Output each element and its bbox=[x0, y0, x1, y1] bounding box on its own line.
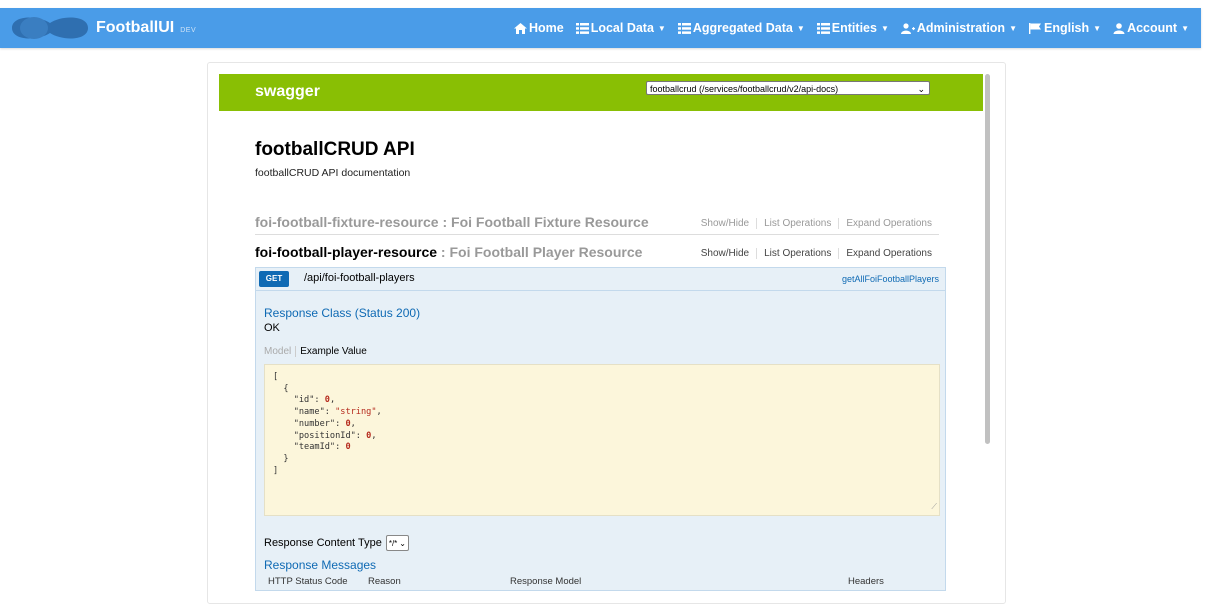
resource-player: foi-football-player-resource : Foi Footb… bbox=[255, 242, 939, 264]
resource-player-ops: Show/Hide List Operations Expand Operati… bbox=[694, 248, 939, 259]
chevron-down-icon: ⌄ bbox=[917, 84, 925, 94]
api-title: footballCRUD API bbox=[255, 139, 415, 160]
nav-aggregated-data-label: Aggregated Data bbox=[692, 21, 793, 35]
resource-player-desc: Foi Football Player Resource bbox=[449, 244, 643, 260]
top-navbar: FootballUI DEV Home Local Data ▼ Aggrega… bbox=[0, 8, 1201, 48]
nav-language[interactable]: English ▼ bbox=[1029, 21, 1101, 35]
api-spec-select[interactable]: footballcrud (/services/footballcrud/v2/… bbox=[646, 81, 930, 95]
json-key: "name" bbox=[293, 407, 325, 418]
code-line: [ bbox=[273, 372, 279, 382]
json-key: "teamId" bbox=[293, 442, 336, 453]
resize-handle-icon[interactable]: ⟋ bbox=[931, 501, 937, 513]
list-icon bbox=[677, 22, 691, 34]
column-header: Reason bbox=[368, 576, 401, 587]
code-line: } bbox=[273, 453, 289, 464]
brand[interactable]: FootballUI DEV bbox=[8, 13, 196, 43]
nav-home-label: Home bbox=[528, 21, 564, 35]
env-badge: DEV bbox=[180, 26, 197, 34]
operation-path[interactable]: /api/foi-football-players bbox=[304, 272, 415, 284]
response-messages-title: Response Messages bbox=[264, 558, 377, 572]
home-icon bbox=[513, 22, 527, 34]
response-content-type-select[interactable]: */* ⌄ bbox=[385, 535, 409, 551]
nav-administration[interactable]: Administration ▼ bbox=[900, 21, 1017, 35]
resource-fixture-separator: : bbox=[438, 214, 452, 230]
model-tabs: Model Example Value bbox=[264, 346, 367, 357]
nav-local-data-label: Local Data bbox=[590, 21, 654, 35]
caret-down-icon: ▼ bbox=[1181, 23, 1189, 33]
caret-down-icon: ▼ bbox=[796, 23, 805, 33]
json-value: 0 bbox=[345, 442, 351, 453]
example-value-tab[interactable]: Example Value bbox=[296, 346, 367, 357]
expand-operations-link[interactable]: Expand Operations bbox=[838, 218, 939, 229]
code-line: "id": 0, bbox=[293, 395, 336, 406]
caret-down-icon: ▼ bbox=[657, 23, 666, 33]
json-value: 0 bbox=[324, 395, 330, 406]
caret-down-icon: ▼ bbox=[1093, 23, 1102, 33]
operation-get-players: GET /api/foi-football-players getAllFoiF… bbox=[255, 267, 946, 591]
json-key: "id" bbox=[293, 395, 315, 406]
list-icon bbox=[575, 22, 589, 34]
resource-player-separator: : bbox=[437, 244, 450, 260]
response-class-title: Response Class (Status 200) bbox=[264, 306, 421, 320]
resource-fixture: foi-football-fixture-resource : Foi Foot… bbox=[255, 212, 939, 235]
show-hide-link[interactable]: Show/Hide bbox=[694, 248, 756, 259]
nav-account-label: Account bbox=[1127, 21, 1178, 35]
nav-home[interactable]: Home bbox=[513, 21, 564, 35]
code-line: "positionId": 0, bbox=[293, 430, 377, 441]
json-value: 0 bbox=[366, 430, 372, 441]
nav-links: Home Local Data ▼ Aggregated Data ▼ Enti… bbox=[502, 8, 1189, 48]
json-key: "number" bbox=[293, 418, 336, 429]
code-line: { bbox=[273, 383, 289, 394]
code-line: "number": 0, bbox=[293, 418, 356, 429]
frame-scrollbar[interactable] bbox=[985, 74, 990, 444]
user-icon bbox=[1113, 22, 1125, 34]
response-content-type-label: Response Content Type bbox=[264, 537, 382, 549]
response-content-type-value: */* bbox=[388, 538, 398, 548]
code-line: "name": "string", bbox=[293, 407, 382, 418]
column-header: Response Model bbox=[510, 576, 582, 587]
resource-fixture-desc: Foi Football Fixture Resource bbox=[451, 214, 649, 230]
response-content-type: Response Content Type */* ⌄ bbox=[264, 535, 409, 551]
nav-entities[interactable]: Entities ▼ bbox=[816, 21, 889, 35]
operation-nickname[interactable]: getAllFoiFootballPlayers bbox=[842, 274, 939, 284]
expand-operations-link[interactable]: Expand Operations bbox=[838, 248, 939, 259]
nav-administration-label: Administration bbox=[916, 21, 1006, 35]
brand-name: FootballUI bbox=[96, 19, 175, 36]
json-value: 0 bbox=[345, 418, 351, 429]
model-tab[interactable]: Model bbox=[264, 346, 297, 357]
nav-aggregated-data[interactable]: Aggregated Data ▼ bbox=[677, 21, 805, 35]
nav-language-label: English bbox=[1044, 21, 1090, 35]
nav-account[interactable]: Account ▼ bbox=[1113, 21, 1189, 35]
caret-down-icon: ▼ bbox=[1009, 23, 1017, 33]
column-header: Headers bbox=[848, 576, 884, 587]
api-description: footballCRUD API documentation bbox=[255, 167, 411, 179]
resource-fixture-path: foi-football-fixture-resource bbox=[255, 214, 439, 230]
list-operations-link[interactable]: List Operations bbox=[756, 248, 838, 259]
json-value: "string" bbox=[335, 407, 377, 418]
resource-player-title[interactable]: foi-football-player-resource : Foi Footb… bbox=[255, 244, 642, 260]
operation-heading[interactable]: GET /api/foi-football-players getAllFoiF… bbox=[256, 268, 945, 291]
flag-icon bbox=[1029, 22, 1041, 34]
resource-fixture-title[interactable]: foi-football-fixture-resource : Foi Foot… bbox=[255, 214, 649, 230]
api-spec-select-value: footballcrud (/services/footballcrud/v2/… bbox=[650, 84, 839, 94]
list-icon bbox=[816, 22, 830, 34]
resource-fixture-ops: Show/Hide List Operations Expand Operati… bbox=[694, 218, 939, 229]
users-cog-icon bbox=[900, 22, 915, 34]
example-value-code[interactable]: [ { "id": 0, "name": "string", "number":… bbox=[264, 364, 940, 516]
code-line: "teamId": 0 bbox=[293, 442, 351, 453]
resource-player-path: foi-football-player-resource bbox=[255, 244, 438, 260]
code-line: ] bbox=[273, 465, 279, 476]
response-status: OK bbox=[264, 322, 280, 334]
nav-local-data[interactable]: Local Data ▼ bbox=[575, 21, 666, 35]
logo-icon bbox=[12, 17, 88, 39]
json-key: "positionId" bbox=[293, 430, 356, 441]
show-hide-link[interactable]: Show/Hide bbox=[694, 218, 756, 229]
column-header: HTTP Status Code bbox=[268, 576, 348, 587]
swagger-logo[interactable]: swagger bbox=[255, 83, 320, 101]
nav-entities-label: Entities bbox=[831, 21, 877, 35]
caret-down-icon: ▼ bbox=[880, 23, 889, 33]
http-method-badge[interactable]: GET bbox=[259, 271, 289, 287]
list-operations-link[interactable]: List Operations bbox=[756, 218, 838, 229]
chevron-down-icon: ⌄ bbox=[399, 538, 406, 548]
